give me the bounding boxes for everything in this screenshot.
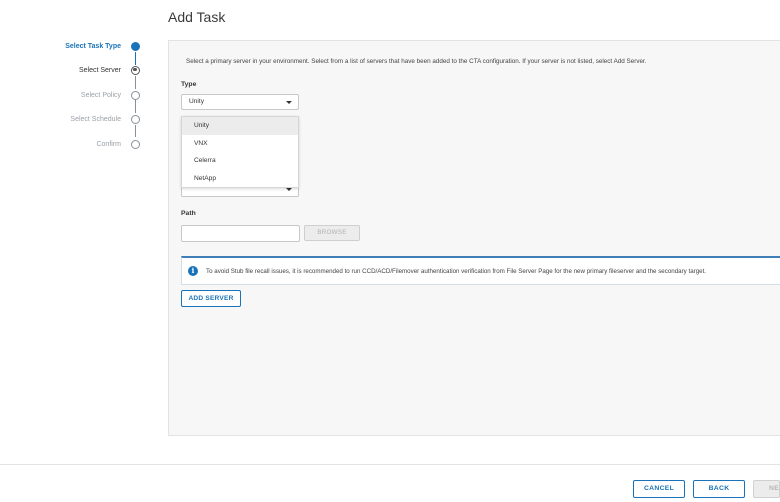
- step-pending-icon: [131, 139, 140, 149]
- type-select[interactable]: Unity: [181, 94, 299, 110]
- step-select-schedule[interactable]: Select Schedule: [70, 112, 140, 126]
- type-label: Type: [181, 81, 197, 88]
- step-connector: [135, 125, 137, 137]
- step-select-policy[interactable]: Select Policy: [81, 88, 140, 102]
- step-label: Select Task Type: [65, 42, 121, 50]
- step-select-task-type[interactable]: Select Task Type: [65, 39, 140, 53]
- type-select-value: Unity: [189, 98, 205, 105]
- chevron-down-icon: [286, 188, 292, 191]
- step-label: Select Schedule: [70, 115, 121, 123]
- type-option-netapp[interactable]: NetApp: [182, 170, 298, 188]
- step-confirm[interactable]: Confirm: [96, 137, 140, 151]
- type-option-vnx[interactable]: VNX: [182, 135, 298, 153]
- path-label: Path: [181, 210, 196, 217]
- step-pending-icon: [131, 114, 140, 124]
- cancel-button[interactable]: CANCEL: [633, 480, 685, 498]
- form-panel: Select a primary server in your environm…: [168, 40, 780, 436]
- type-dropdown-menu: Unity VNX Celerra NetApp: [181, 116, 299, 188]
- step-select-server[interactable]: Select Server: [79, 63, 140, 77]
- step-label: Confirm: [96, 140, 121, 148]
- step-current-icon: [131, 65, 140, 75]
- step-label: Select Policy: [80, 91, 121, 99]
- info-banner: i To avoid Stub file recall issues, it i…: [181, 256, 780, 285]
- footer-divider: [0, 464, 780, 465]
- type-option-unity[interactable]: Unity: [182, 117, 298, 135]
- path-input[interactable]: [181, 225, 300, 242]
- back-button[interactable]: BACK: [693, 480, 745, 498]
- page-title: Add Task: [168, 9, 226, 25]
- intro-text: Select a primary server in your environm…: [186, 58, 647, 65]
- type-option-celerra[interactable]: Celerra: [182, 152, 298, 170]
- chevron-down-icon: [286, 101, 292, 104]
- browse-button[interactable]: BROWSE: [304, 225, 360, 241]
- step-done-icon: [131, 41, 140, 51]
- info-text: To avoid Stub file recall issues, it is …: [206, 267, 707, 275]
- step-pending-icon: [131, 90, 140, 100]
- next-button[interactable]: NE: [753, 480, 780, 498]
- step-label: Select Server: [78, 66, 121, 74]
- add-server-button[interactable]: ADD SERVER: [181, 290, 241, 307]
- info-icon: i: [188, 266, 198, 276]
